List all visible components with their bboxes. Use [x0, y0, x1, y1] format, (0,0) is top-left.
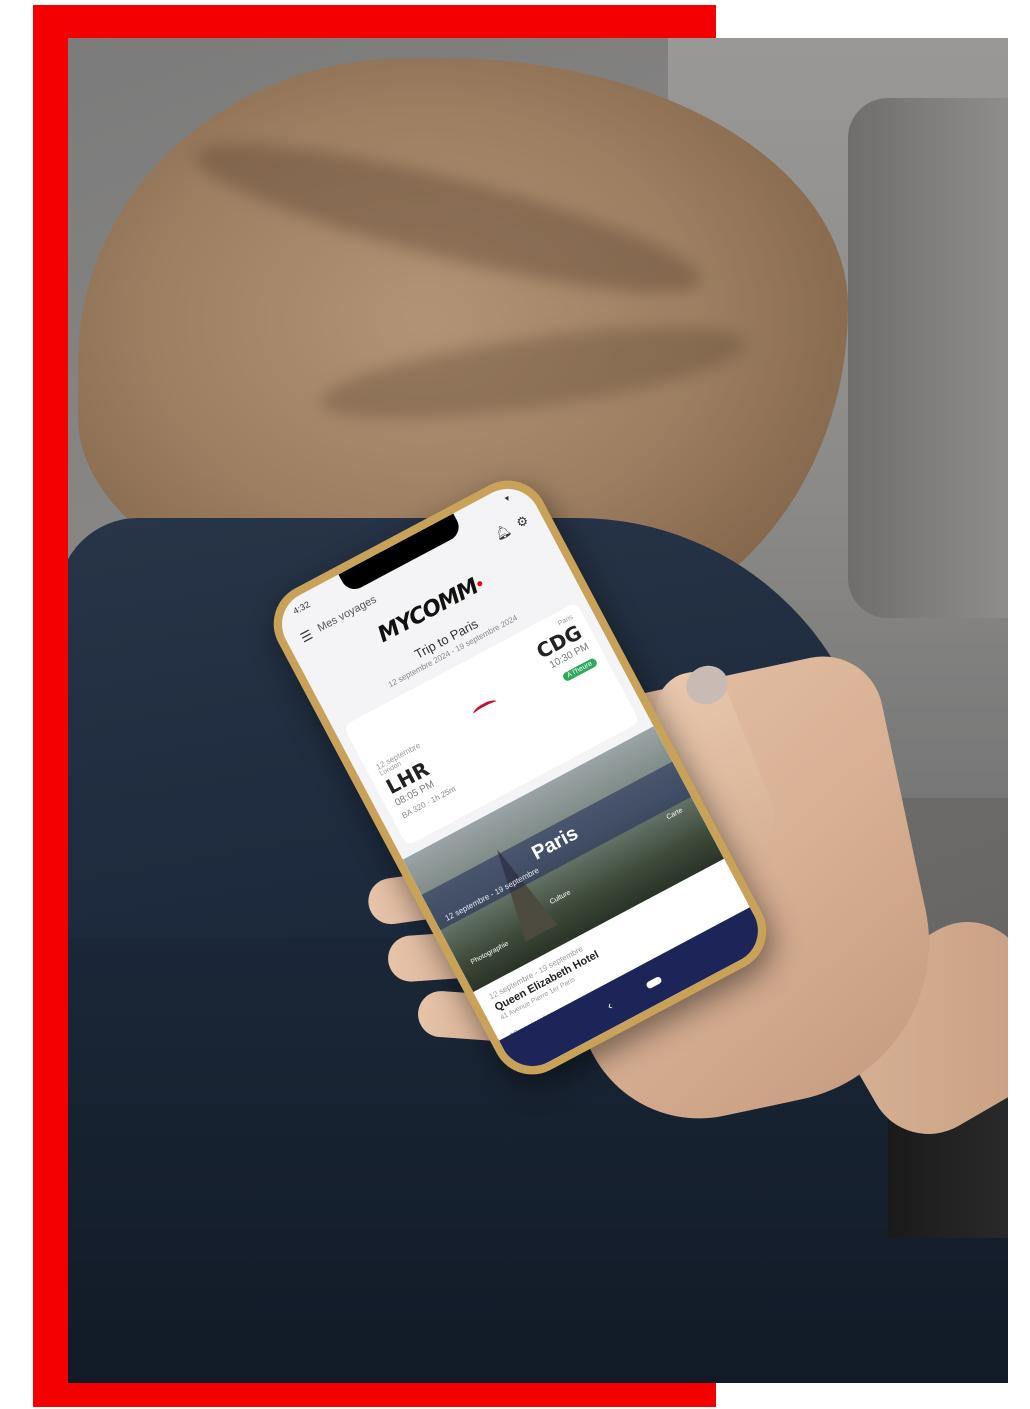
sofa-cushion	[848, 98, 1008, 618]
city-link-culture[interactable]: Culture	[549, 889, 572, 906]
status-time: 4:32	[291, 599, 312, 617]
gear-icon[interactable]: ⚙	[513, 512, 530, 531]
city-link-map[interactable]: Carte	[666, 807, 684, 821]
city-link-photos[interactable]: Photographie	[470, 940, 510, 966]
signal-icon: ▾	[502, 492, 512, 504]
home-pill-icon[interactable]	[645, 975, 663, 990]
menu-icon[interactable]: ☰	[298, 626, 315, 645]
bell-icon[interactable]: 🔔︎	[492, 521, 514, 542]
back-icon[interactable]: ‹	[605, 999, 615, 1013]
